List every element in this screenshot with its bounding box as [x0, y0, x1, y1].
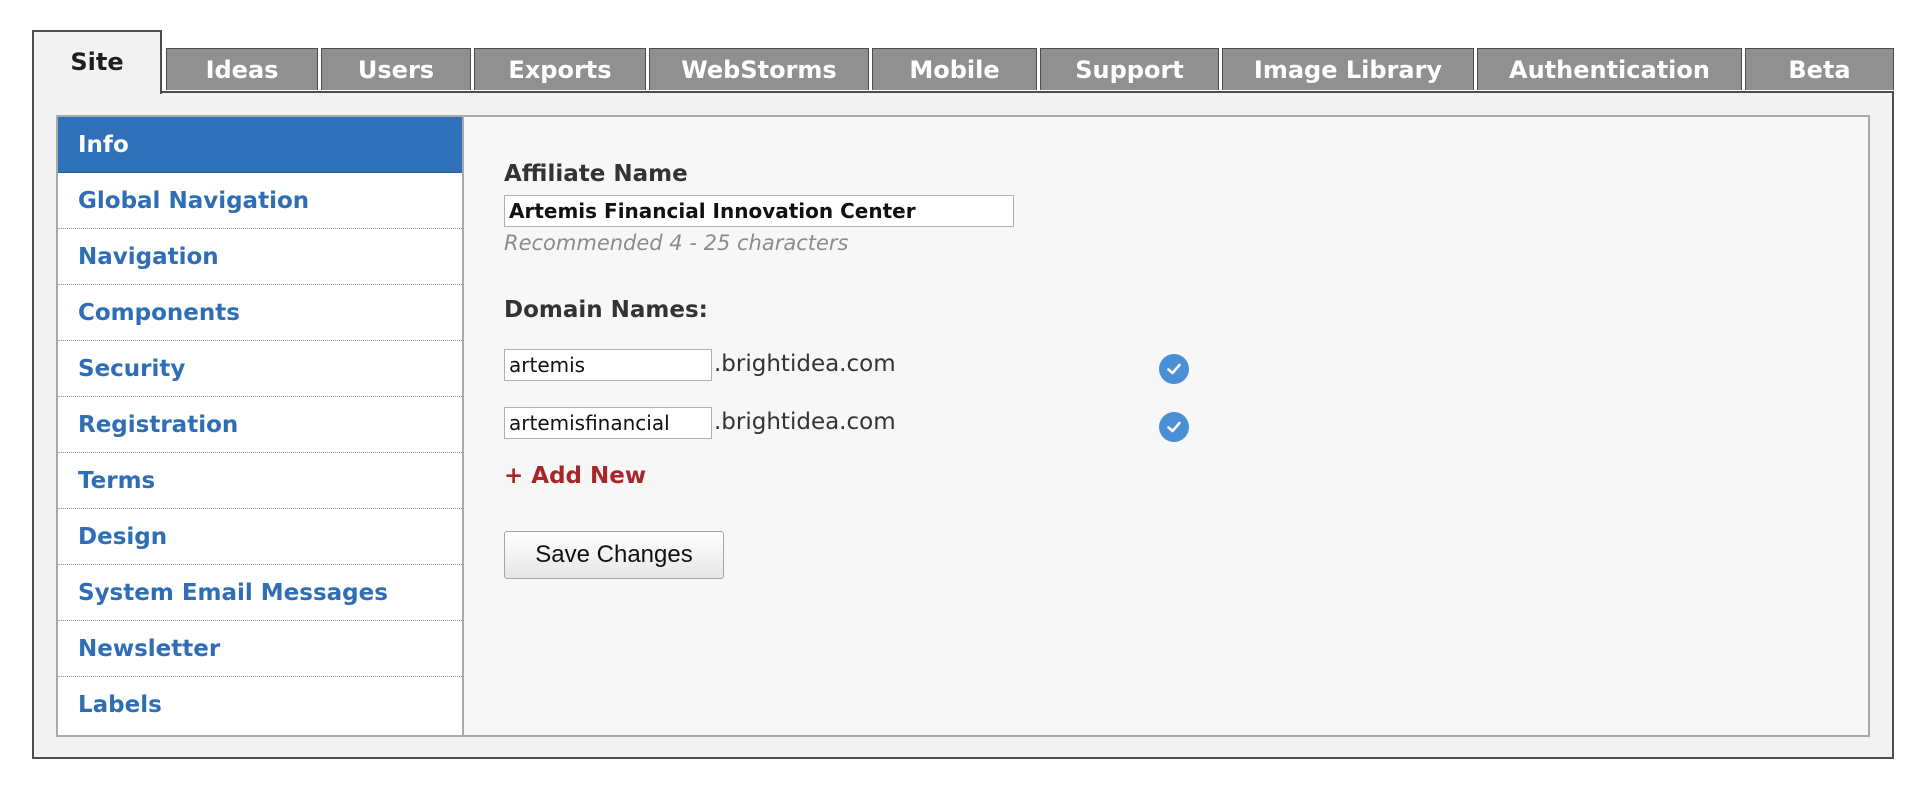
sidebar-item-components[interactable]: Components [58, 285, 462, 341]
tab-authentication[interactable]: Authentication [1477, 48, 1742, 90]
sidebar-item-system-email-messages[interactable]: System Email Messages [58, 565, 462, 621]
sidebar-item-design[interactable]: Design [58, 509, 462, 565]
settings-sidebar: Info Global Navigation Navigation Compon… [58, 117, 464, 735]
affiliate-name-label: Affiliate Name [504, 161, 688, 187]
domain-name-input[interactable] [504, 407, 712, 439]
sidebar-item-info[interactable]: Info [58, 117, 462, 173]
sidebar-item-registration[interactable]: Registration [58, 397, 462, 453]
sidebar-item-labels[interactable]: Labels [58, 677, 462, 733]
affiliate-name-hint: Recommended 4 - 25 characters [504, 231, 849, 255]
tab-mobile[interactable]: Mobile [872, 48, 1037, 90]
info-form: Affiliate Name Recommended 4 - 25 charac… [464, 117, 1868, 735]
tab-ideas[interactable]: Ideas [166, 48, 318, 90]
domain-names-label: Domain Names: [504, 297, 708, 323]
sidebar-item-global-navigation[interactable]: Global Navigation [58, 173, 462, 229]
save-changes-button[interactable]: Save Changes [504, 531, 724, 579]
affiliate-name-input[interactable] [504, 195, 1014, 227]
tab-bar: Site Ideas Users Exports WebStorms Mobil… [32, 30, 1894, 94]
check-circle-icon [1159, 354, 1189, 384]
add-domain-link[interactable]: + Add New [504, 463, 646, 489]
tab-users[interactable]: Users [321, 48, 471, 90]
domain-name-input[interactable] [504, 349, 712, 381]
sidebar-item-security[interactable]: Security [58, 341, 462, 397]
domain-suffix: .brightidea.com [714, 409, 896, 435]
tab-beta[interactable]: Beta [1745, 48, 1894, 90]
tab-exports[interactable]: Exports [474, 48, 646, 90]
tab-support[interactable]: Support [1040, 48, 1219, 90]
domain-suffix: .brightidea.com [714, 351, 896, 377]
settings-inner-frame: Info Global Navigation Navigation Compon… [56, 115, 1870, 737]
tab-webstorms[interactable]: WebStorms [649, 48, 869, 90]
tab-site[interactable]: Site [32, 30, 162, 94]
tab-image-library[interactable]: Image Library [1222, 48, 1474, 90]
site-settings-panel: Info Global Navigation Navigation Compon… [32, 91, 1894, 759]
sidebar-item-terms[interactable]: Terms [58, 453, 462, 509]
check-circle-icon [1159, 412, 1189, 442]
sidebar-item-newsletter[interactable]: Newsletter [58, 621, 462, 677]
sidebar-item-navigation[interactable]: Navigation [58, 229, 462, 285]
